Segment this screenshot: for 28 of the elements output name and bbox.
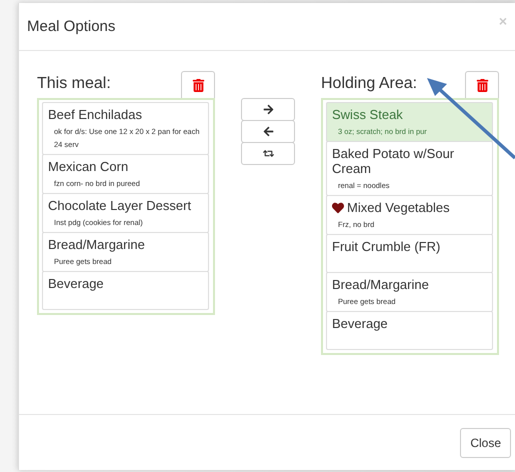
item-name: Bread/Margarine	[332, 277, 429, 292]
list-heading: Holding Area:	[321, 75, 418, 93]
item-name: Bread/Margarine	[48, 237, 145, 252]
swap-icon	[262, 148, 274, 159]
dialog-title: Meal Options	[27, 18, 116, 35]
item-name: Fruit Crumble (FR)	[332, 239, 440, 254]
move-right-button[interactable]	[241, 98, 295, 121]
item-name: Chocolate Layer Dessert	[48, 198, 192, 213]
item-name: Swiss Steak	[332, 107, 403, 122]
item-name: Beef Enchiladas	[48, 107, 142, 122]
delete-button[interactable]	[181, 71, 215, 98]
arrow-left-icon	[262, 126, 274, 137]
item-name: Beverage	[332, 316, 388, 331]
item-name: Mexican Corn	[48, 159, 128, 174]
close-button[interactable]: Close	[460, 428, 511, 458]
item-name: Beverage	[48, 276, 104, 291]
arrow-right-icon	[262, 104, 274, 115]
move-left-button[interactable]	[241, 120, 295, 143]
meal-item[interactable]: Fruit Crumble (FR)	[326, 234, 493, 273]
meal-item[interactable]: Beverage	[326, 311, 493, 350]
swap-button[interactable]	[241, 142, 295, 165]
trash-icon	[476, 78, 488, 92]
meal-item[interactable]: Beverage	[42, 271, 209, 310]
delete-button[interactable]	[465, 71, 499, 98]
item-name: Mixed Vegetables	[347, 200, 450, 215]
item-name: Baked Potato w/Sour Cream	[332, 146, 456, 176]
trash-icon	[192, 78, 204, 92]
list-heading: This meal:	[37, 75, 111, 93]
